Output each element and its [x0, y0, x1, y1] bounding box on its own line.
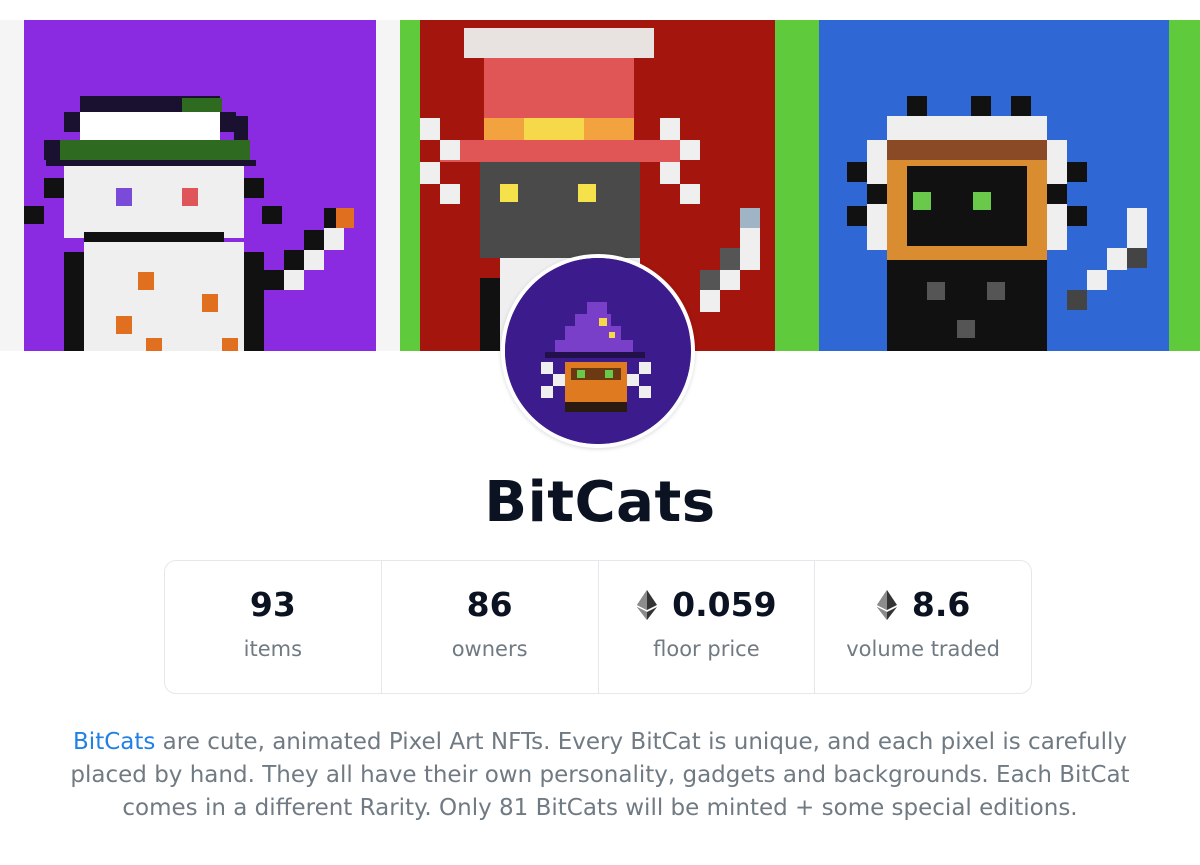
stat-owners-label: owners — [451, 637, 528, 661]
stat-items-value: 93 — [249, 585, 296, 624]
stat-floor-price-value: 0.059 — [672, 585, 777, 624]
stat-volume-traded[interactable]: 8.6 volume traded — [815, 561, 1031, 693]
stat-owners[interactable]: 86 owners — [382, 561, 599, 693]
stat-volume-traded-value: 8.6 — [911, 585, 971, 624]
banner-image-bitcat-box-head — [775, 20, 1200, 351]
stat-items-label: items — [243, 637, 303, 661]
stat-items[interactable]: 93 items — [165, 561, 382, 693]
description-collection-link[interactable]: BitCats — [73, 729, 155, 755]
stat-owners-value: 86 — [466, 585, 513, 624]
stat-floor-price[interactable]: 0.059 floor price — [599, 561, 816, 693]
collection-description: BitCats are cute, animated Pixel Art NFT… — [40, 726, 1160, 825]
collection-avatar — [501, 254, 695, 448]
collection-stats: 93 items 86 owners 0.059 floor price 8.6… — [164, 560, 1032, 694]
banner-image-bitcat-white-cap — [24, 20, 376, 351]
collection-title: BitCats — [484, 470, 716, 535]
ethereum-icon — [637, 589, 658, 620]
avatar-wizard-bitcat-image — [505, 258, 691, 444]
ethereum-icon — [876, 589, 897, 620]
stat-volume-traded-label: volume traded — [846, 637, 1001, 661]
description-text: are cute, animated Pixel Art NFTs. Every… — [70, 729, 1130, 821]
stat-floor-price-label: floor price — [653, 637, 760, 661]
banner-top-strip — [0, 0, 1200, 20]
